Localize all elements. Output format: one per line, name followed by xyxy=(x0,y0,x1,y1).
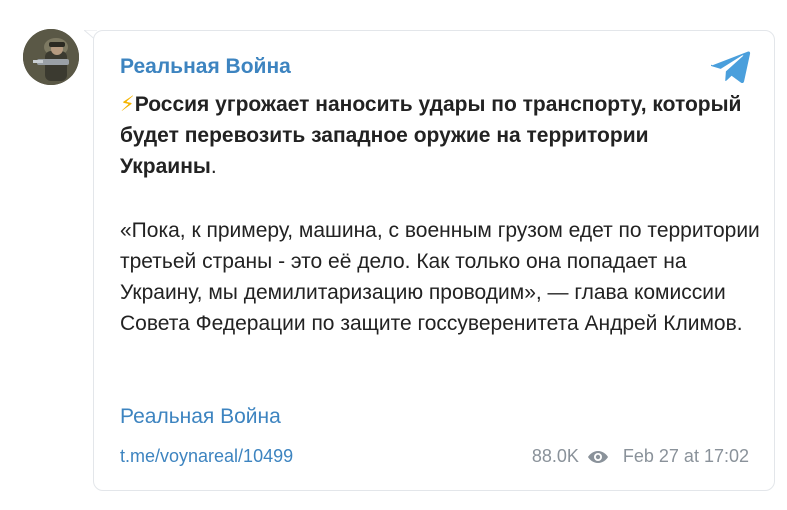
eye-icon xyxy=(587,449,609,465)
post-date: Feb 27 at 17:02 xyxy=(622,446,749,466)
telegram-icon[interactable] xyxy=(710,50,751,84)
telegram-post-embed: Реальная Война ⚡Россия угрожает наносить… xyxy=(0,0,787,510)
avatar-image xyxy=(23,29,79,85)
post-link[interactable]: t.me/voynareal/10499 xyxy=(120,446,293,467)
channel-avatar[interactable] xyxy=(23,29,79,85)
lightning-icon: ⚡ xyxy=(120,93,135,116)
channel-name[interactable]: Реальная Война xyxy=(120,55,291,79)
headline-tail: . xyxy=(210,155,217,178)
post-headline: ⚡Россия угрожает наносить удары по транс… xyxy=(120,89,750,182)
view-count: 88.0K xyxy=(531,446,579,466)
post-body: «Пока, к примеру, машина, с военным груз… xyxy=(120,219,760,335)
footer-channel-name[interactable]: Реальная Война xyxy=(120,405,281,429)
post-meta: 88.0K Feb 27 at 17:02 xyxy=(532,446,749,467)
